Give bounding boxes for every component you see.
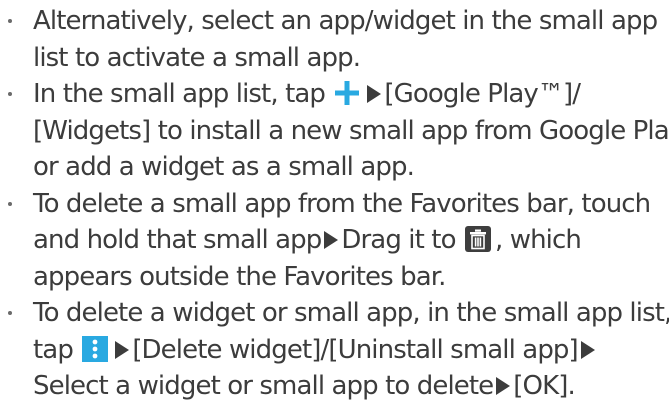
list-item: In the small app list, tap [Google Play™… xyxy=(0,76,669,186)
line-text: tap [Delete widget]/[Uninstall small app… xyxy=(33,332,669,369)
line-text: or add a widget as a small app. xyxy=(33,152,415,182)
text-segment: [Delete widget]/[Uninstall small app] xyxy=(132,334,578,365)
list-item: To delete a small app from the Favorites… xyxy=(0,186,669,296)
play-triangle-icon xyxy=(115,340,130,359)
line-text: and hold that small app Drag it to , whic… xyxy=(33,222,669,259)
text-segment: In the small app list, tap xyxy=(33,79,326,109)
play-triangle-icon xyxy=(496,377,511,395)
line-text: list to activate a small app. xyxy=(33,42,361,73)
line-text: In the small app list, tap [Google Play™… xyxy=(33,76,669,113)
play-triangle-icon xyxy=(367,85,382,103)
bullet-dot xyxy=(8,201,12,206)
bullet-dot xyxy=(8,311,12,315)
line-text: To delete a widget or small app, in the … xyxy=(33,298,669,328)
text-segment: Select a widget or small app to delete xyxy=(33,371,494,401)
text-segment: , which xyxy=(494,225,582,255)
text-segment: [Google Play™]/ xyxy=(384,79,581,109)
text-segment: Drag it to xyxy=(341,225,456,255)
plus-icon xyxy=(334,80,360,106)
line-text: To delete a small app from the Favorites… xyxy=(33,188,651,219)
text-segment: [OK]. xyxy=(513,371,575,401)
text-segment: tap xyxy=(33,334,74,365)
line-text: Select a widget or small app to delete [O… xyxy=(33,368,669,405)
line-text: Alternatively, select an app/widget in t… xyxy=(33,6,658,36)
line-text: [Widgets] to install a new small app fro… xyxy=(33,115,669,146)
play-triangle-icon xyxy=(580,340,595,359)
bullet-dot xyxy=(8,19,12,23)
vertical-dots-icon xyxy=(82,335,109,362)
play-triangle-icon xyxy=(324,231,339,249)
bullet-list: Alternatively, select an app/widget in t… xyxy=(0,0,669,405)
list-item: Alternatively, select an app/widget in t… xyxy=(0,3,669,76)
trash-icon xyxy=(464,226,491,252)
list-item: To delete a widget or small app, in the … xyxy=(0,295,669,405)
text-segment: and hold that small app xyxy=(33,225,322,255)
line-text: appears outside the Favorites bar. xyxy=(33,261,446,292)
bullet-dot xyxy=(8,92,12,96)
